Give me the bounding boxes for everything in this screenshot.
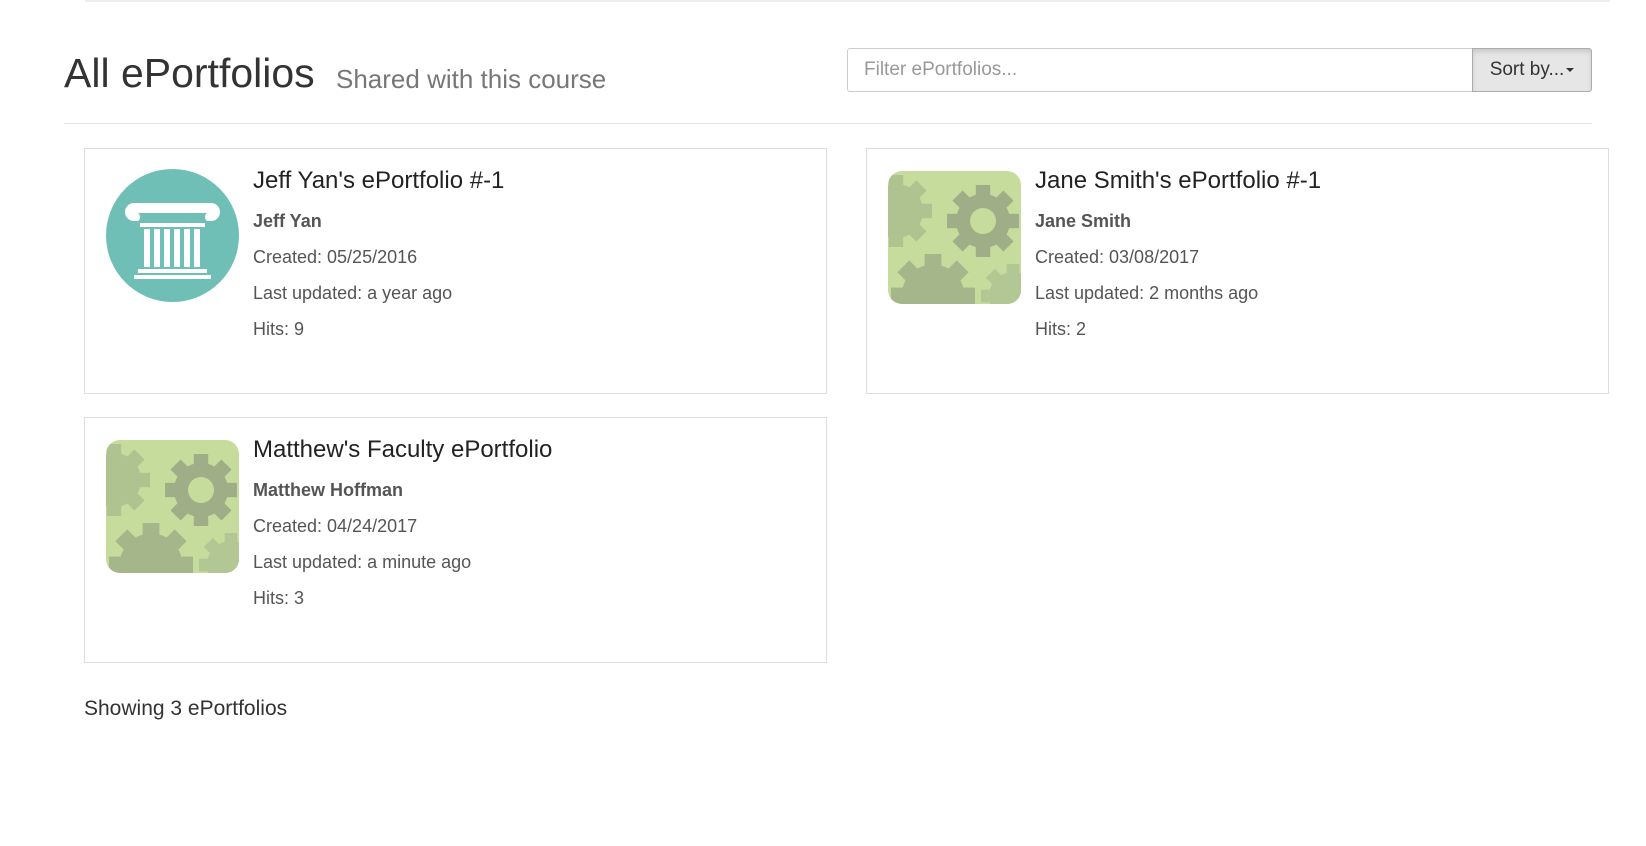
created-date: Created: 05/25/2016 [253, 247, 418, 267]
hit-count: Hits: 9 [253, 319, 305, 339]
last-updated: Last updated: 2 months ago [1035, 283, 1259, 303]
last-updated: Last updated: a year ago [253, 283, 453, 303]
gears-icon [888, 171, 1021, 304]
header-divider [64, 123, 1592, 124]
portfolio-owner: Jeff Yan [253, 211, 322, 231]
sort-dropdown-button[interactable]: Sort by... [1472, 48, 1592, 92]
page-subtitle: Shared with this course [336, 64, 607, 94]
portfolio-owner: Matthew Hoffman [253, 480, 403, 500]
pillar-icon [106, 169, 239, 302]
portfolio-card[interactable]: Jeff Yan's ePortfolio #-1 Jeff Yan Creat… [84, 148, 827, 394]
portfolio-title[interactable]: Jane Smith's ePortfolio #-1 [1035, 167, 1321, 195]
page-title: All ePortfolios [64, 50, 315, 96]
portfolio-title[interactable]: Jeff Yan's ePortfolio #-1 [253, 167, 504, 195]
portfolio-card[interactable]: Matthew's Faculty ePortfolio Matthew Hof… [84, 417, 827, 663]
created-date: Created: 03/08/2017 [1035, 247, 1200, 267]
created-date: Created: 04/24/2017 [253, 516, 418, 536]
results-count: Showing 3 ePortfolios [84, 697, 288, 720]
top-divider [85, 0, 1610, 2]
portfolio-card[interactable]: Jane Smith's ePortfolio #-1 Jane Smith C… [866, 148, 1609, 394]
gears-icon [106, 440, 239, 573]
caret-down-icon [1566, 67, 1575, 72]
page-header: All ePortfolios Shared with this course … [64, 44, 1592, 98]
last-updated: Last updated: a minute ago [253, 552, 472, 572]
filter-input[interactable] [847, 48, 1473, 92]
sort-button-label: Sort by... [1489, 59, 1565, 80]
hit-count: Hits: 2 [1035, 319, 1087, 339]
portfolio-title[interactable]: Matthew's Faculty ePortfolio [253, 436, 552, 464]
hit-count: Hits: 3 [253, 588, 305, 608]
portfolio-owner: Jane Smith [1035, 211, 1132, 231]
